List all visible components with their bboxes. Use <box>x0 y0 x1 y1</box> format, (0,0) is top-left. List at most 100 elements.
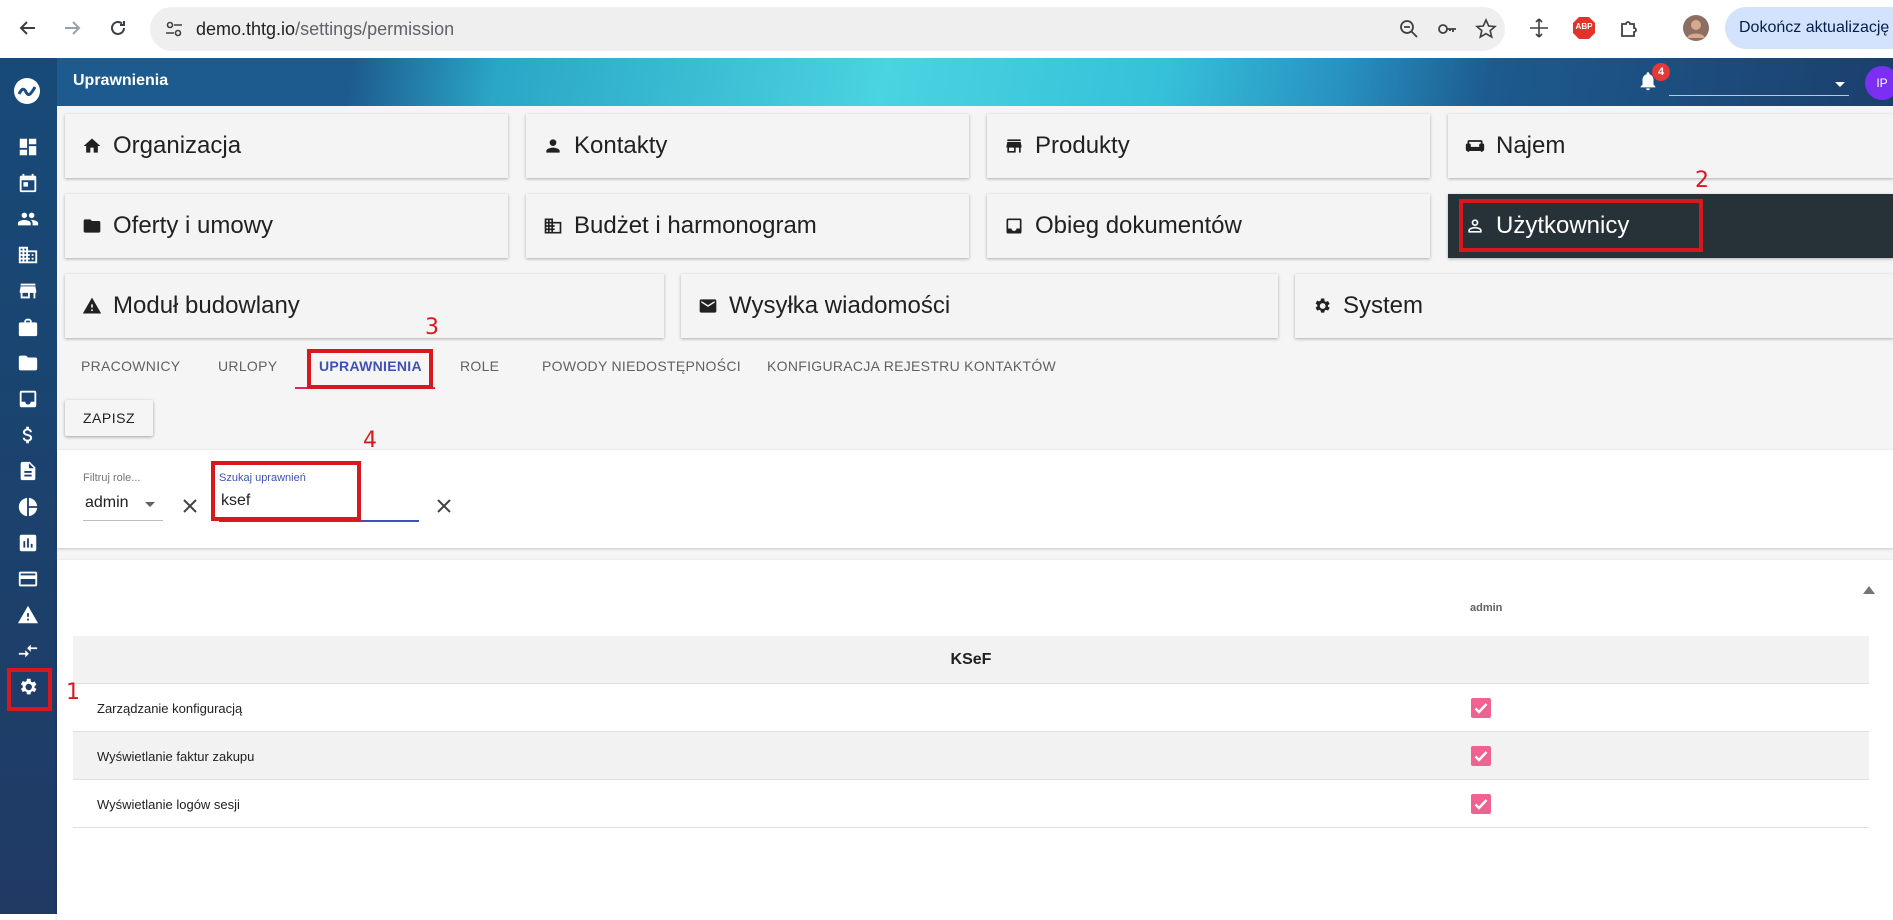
permission-checkbox[interactable] <box>1471 794 1491 814</box>
sofa-icon <box>1464 135 1486 157</box>
bookmark-star-icon[interactable] <box>1475 18 1497 40</box>
store-icon <box>1003 135 1025 157</box>
app-header: Uprawnienia 4 IP <box>57 58 1893 106</box>
building-icon <box>542 215 564 237</box>
tab-pracownicy[interactable]: PRACOWNICY <box>81 342 180 390</box>
document-icon[interactable] <box>13 456 43 486</box>
module-label: Kontakty <box>574 132 668 159</box>
person-icon <box>542 135 564 157</box>
annotation-box-settings <box>7 668 52 711</box>
adblock-label: ABP <box>1575 22 1593 31</box>
warning-icon <box>81 295 103 317</box>
column-header-admin: admin <box>1470 602 1503 614</box>
bar-chart-icon[interactable] <box>13 528 43 558</box>
briefcase-icon[interactable] <box>13 312 43 342</box>
gear-icon <box>1311 295 1333 317</box>
save-button[interactable]: ZAPISZ <box>65 400 153 436</box>
table-row: Wyświetlanie faktur zakupu <box>73 732 1869 780</box>
key-icon[interactable] <box>1436 18 1458 40</box>
update-browser-button[interactable]: Dokończ aktualizację <box>1725 7 1893 49</box>
pie-chart-icon[interactable] <box>13 492 43 522</box>
module-card-najem[interactable]: Najem <box>1448 114 1893 178</box>
module-label: Budżet i harmonogram <box>574 212 817 239</box>
notification-badge: 4 <box>1652 63 1670 81</box>
site-settings-icon[interactable] <box>164 19 184 44</box>
url-path: /settings/permission <box>295 19 455 39</box>
group-row-ksef: KSeF <box>73 636 1869 684</box>
annotation-box-uprawnienia <box>307 349 433 389</box>
role-filter-label: Filtruj role... <box>83 472 141 484</box>
module-label: Najem <box>1496 132 1566 159</box>
module-card-oferty-i-umowy[interactable]: Oferty i umowy <box>65 194 508 258</box>
clear-role-icon[interactable] <box>179 495 201 517</box>
left-sidebar <box>0 58 57 914</box>
zoom-icon[interactable] <box>1398 18 1420 40</box>
calendar-icon[interactable] <box>13 168 43 198</box>
module-card-produkty[interactable]: Produkty <box>987 114 1430 178</box>
inbox-icon[interactable] <box>13 384 43 414</box>
url-host: demo.thtg.io <box>196 19 296 39</box>
dollar-icon[interactable] <box>13 420 43 450</box>
profile-avatar[interactable] <box>1682 14 1710 42</box>
module-label: Wysyłka wiadomości <box>729 292 951 319</box>
collapse-arrow-icon[interactable] <box>1863 586 1875 594</box>
module-card-budzet[interactable]: Budżet i harmonogram <box>526 194 969 258</box>
building-icon[interactable] <box>13 240 43 270</box>
home-icon <box>81 135 103 157</box>
extensions-puzzle-icon[interactable] <box>1615 14 1643 42</box>
dashboard-icon[interactable] <box>13 132 43 162</box>
annotation-number: 4 <box>363 428 377 453</box>
module-card-system[interactable]: System <box>1295 274 1893 338</box>
module-card-wysylka-wiadomosci[interactable]: Wysyłka wiadomości <box>681 274 1278 338</box>
warning-icon[interactable] <box>13 600 43 630</box>
inbox-icon <box>1003 215 1025 237</box>
folder-icon <box>81 215 103 237</box>
forward-arrow-icon[interactable] <box>58 14 86 42</box>
tab-konfiguracja-rejestru[interactable]: KONFIGURACJA REJESTRU KONTAKTÓW <box>767 342 1056 390</box>
back-arrow-icon[interactable] <box>14 14 42 42</box>
tab-powody-niedostepnosci[interactable]: POWODY NIEDOSTĘPNOŚCI <box>542 342 741 390</box>
dropdown-caret-icon[interactable] <box>145 502 155 507</box>
table-row: Wyświetlanie logów sesji <box>73 780 1869 828</box>
compare-arrows-icon[interactable] <box>13 636 43 666</box>
move-icon[interactable] <box>1525 14 1553 42</box>
reload-icon[interactable] <box>104 14 132 42</box>
tab-urlopy[interactable]: URLOPY <box>218 342 277 390</box>
organization-select[interactable] <box>1669 80 1849 96</box>
permission-checkbox[interactable] <box>1471 746 1491 766</box>
adblock-icon[interactable]: ABP <box>1570 14 1598 42</box>
permissions-table: admin KSeF Zarządzanie konfiguracją Wyśw… <box>57 560 1893 920</box>
role-filter-select[interactable]: admin <box>85 494 129 512</box>
page-title: Uprawnienia <box>73 72 169 89</box>
user-avatar[interactable]: IP <box>1865 66 1893 100</box>
clear-search-icon[interactable] <box>433 495 455 517</box>
module-label: Produkty <box>1035 132 1130 159</box>
module-card-organizacja[interactable]: Organizacja <box>65 114 508 178</box>
people-icon[interactable] <box>13 204 43 234</box>
annotation-number: 2 <box>1695 168 1709 193</box>
folder-icon[interactable] <box>13 348 43 378</box>
annotation-box-uzytkownicy <box>1459 199 1703 252</box>
module-card-obieg-dokumentow[interactable]: Obieg dokumentów <box>987 194 1430 258</box>
module-label: Moduł budowlany <box>113 292 300 319</box>
credit-card-icon[interactable] <box>13 564 43 594</box>
tab-role[interactable]: ROLE <box>460 342 499 390</box>
role-filter-underline <box>83 520 163 521</box>
store-icon[interactable] <box>13 276 43 306</box>
permission-checkbox[interactable] <box>1471 698 1491 718</box>
module-label: Oferty i umowy <box>113 212 274 239</box>
annotation-number: 3 <box>425 315 439 340</box>
module-label: Obieg dokumentów <box>1035 212 1242 239</box>
module-label: System <box>1343 292 1424 319</box>
annotation-box-search <box>211 461 361 521</box>
address-bar[interactable]: demo.thtg.io/settings/permission <box>150 7 1505 51</box>
module-card-kontakty[interactable]: Kontakty <box>526 114 969 178</box>
mail-icon <box>697 295 719 317</box>
annotation-number: 1 <box>66 680 80 705</box>
permission-label: Wyświetlanie logów sesji <box>97 797 240 812</box>
table-row: Zarządzanie konfiguracją <box>73 684 1869 732</box>
app-logo-icon[interactable] <box>12 76 42 106</box>
module-card-modul-budowlany[interactable]: Moduł budowlany <box>65 274 664 338</box>
module-label: Organizacja <box>113 132 242 159</box>
url-text[interactable]: demo.thtg.io/settings/permission <box>196 19 454 40</box>
